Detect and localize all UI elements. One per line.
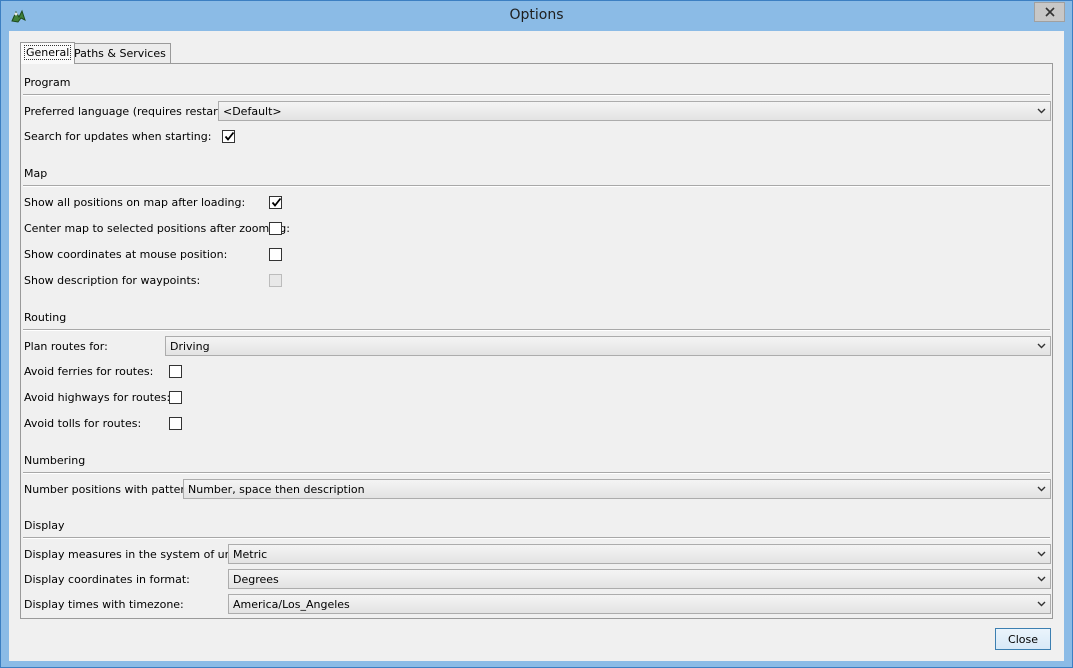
plan-routes-label: Plan routes for: xyxy=(24,340,108,353)
units-select-value: Metric xyxy=(233,548,268,561)
separator xyxy=(23,185,1050,187)
units-select[interactable]: Metric xyxy=(228,544,1051,564)
coord-format-select-value: Degrees xyxy=(233,573,279,586)
avoid-highways-checkbox[interactable] xyxy=(169,391,182,404)
checkmark-icon xyxy=(271,197,282,207)
language-label: Preferred language (requires restart): xyxy=(24,105,230,118)
chevron-down-icon xyxy=(1037,486,1046,492)
chevron-down-icon xyxy=(1037,576,1046,582)
separator xyxy=(23,472,1050,474)
center-map-checkbox[interactable] xyxy=(269,222,282,235)
plan-routes-select[interactable]: Driving xyxy=(165,336,1051,356)
chevron-down-icon xyxy=(1037,343,1046,349)
chevron-down-icon xyxy=(1037,108,1046,114)
avoid-highways-label: Avoid highways for routes: xyxy=(24,391,171,404)
units-label: Display measures in the system of units: xyxy=(24,548,249,561)
show-all-checkbox[interactable] xyxy=(269,196,282,209)
language-select-value: <Default> xyxy=(223,105,282,118)
separator xyxy=(23,94,1050,96)
updates-checkbox[interactable] xyxy=(222,130,235,143)
title-bar[interactable]: Options xyxy=(1,1,1072,31)
number-pattern-select-value: Number, space then description xyxy=(188,483,365,496)
tab-general-label: General xyxy=(23,45,72,60)
separator xyxy=(23,329,1050,331)
coord-format-label: Display coordinates in format: xyxy=(24,573,190,586)
close-button[interactable]: Close xyxy=(995,628,1051,650)
tab-paths-services-label: Paths & Services xyxy=(74,47,166,60)
number-pattern-label: Number positions with pattern: xyxy=(24,483,196,496)
section-title-routing: Routing xyxy=(24,311,67,324)
coords-checkbox[interactable] xyxy=(269,248,282,261)
options-window: Options General Paths & Services Program… xyxy=(0,0,1073,668)
separator xyxy=(23,537,1050,539)
section-title-program: Program xyxy=(24,76,71,89)
plan-routes-select-value: Driving xyxy=(170,340,210,353)
section-title-display: Display xyxy=(24,519,65,532)
show-all-label: Show all positions on map after loading: xyxy=(24,196,246,209)
number-pattern-select[interactable]: Number, space then description xyxy=(183,479,1051,499)
general-panel: Program Preferred language (requires res… xyxy=(20,63,1053,619)
window-title: Options xyxy=(509,7,564,23)
avoid-ferries-checkbox[interactable] xyxy=(169,365,182,378)
waypoint-desc-checkbox xyxy=(269,274,282,287)
timezone-select[interactable]: America/Los_Angeles xyxy=(228,594,1051,614)
window-close-button[interactable] xyxy=(1034,2,1065,22)
tab-paths-services[interactable]: Paths & Services xyxy=(69,43,171,63)
chevron-down-icon xyxy=(1037,601,1046,607)
section-title-map: Map xyxy=(24,167,48,180)
close-icon xyxy=(1044,7,1055,17)
timezone-label: Display times with timezone: xyxy=(24,598,184,611)
waypoint-desc-label: Show description for waypoints: xyxy=(24,274,201,287)
coord-format-select[interactable]: Degrees xyxy=(228,569,1051,589)
dialog-client-area: General Paths & Services Program Preferr… xyxy=(9,31,1064,661)
section-title-numbering: Numbering xyxy=(24,454,86,467)
center-map-label: Center map to selected positions after z… xyxy=(24,222,290,235)
timezone-select-value: America/Los_Angeles xyxy=(233,598,350,611)
tab-general[interactable]: General xyxy=(20,42,76,64)
avoid-ferries-label: Avoid ferries for routes: xyxy=(24,365,154,378)
avoid-tolls-label: Avoid tolls for routes: xyxy=(24,417,142,430)
chevron-down-icon xyxy=(1037,551,1046,557)
language-select[interactable]: <Default> xyxy=(218,101,1051,121)
coords-label: Show coordinates at mouse position: xyxy=(24,248,228,261)
avoid-tolls-checkbox[interactable] xyxy=(169,417,182,430)
updates-label: Search for updates when starting: xyxy=(24,130,212,143)
checkmark-icon xyxy=(224,131,235,141)
